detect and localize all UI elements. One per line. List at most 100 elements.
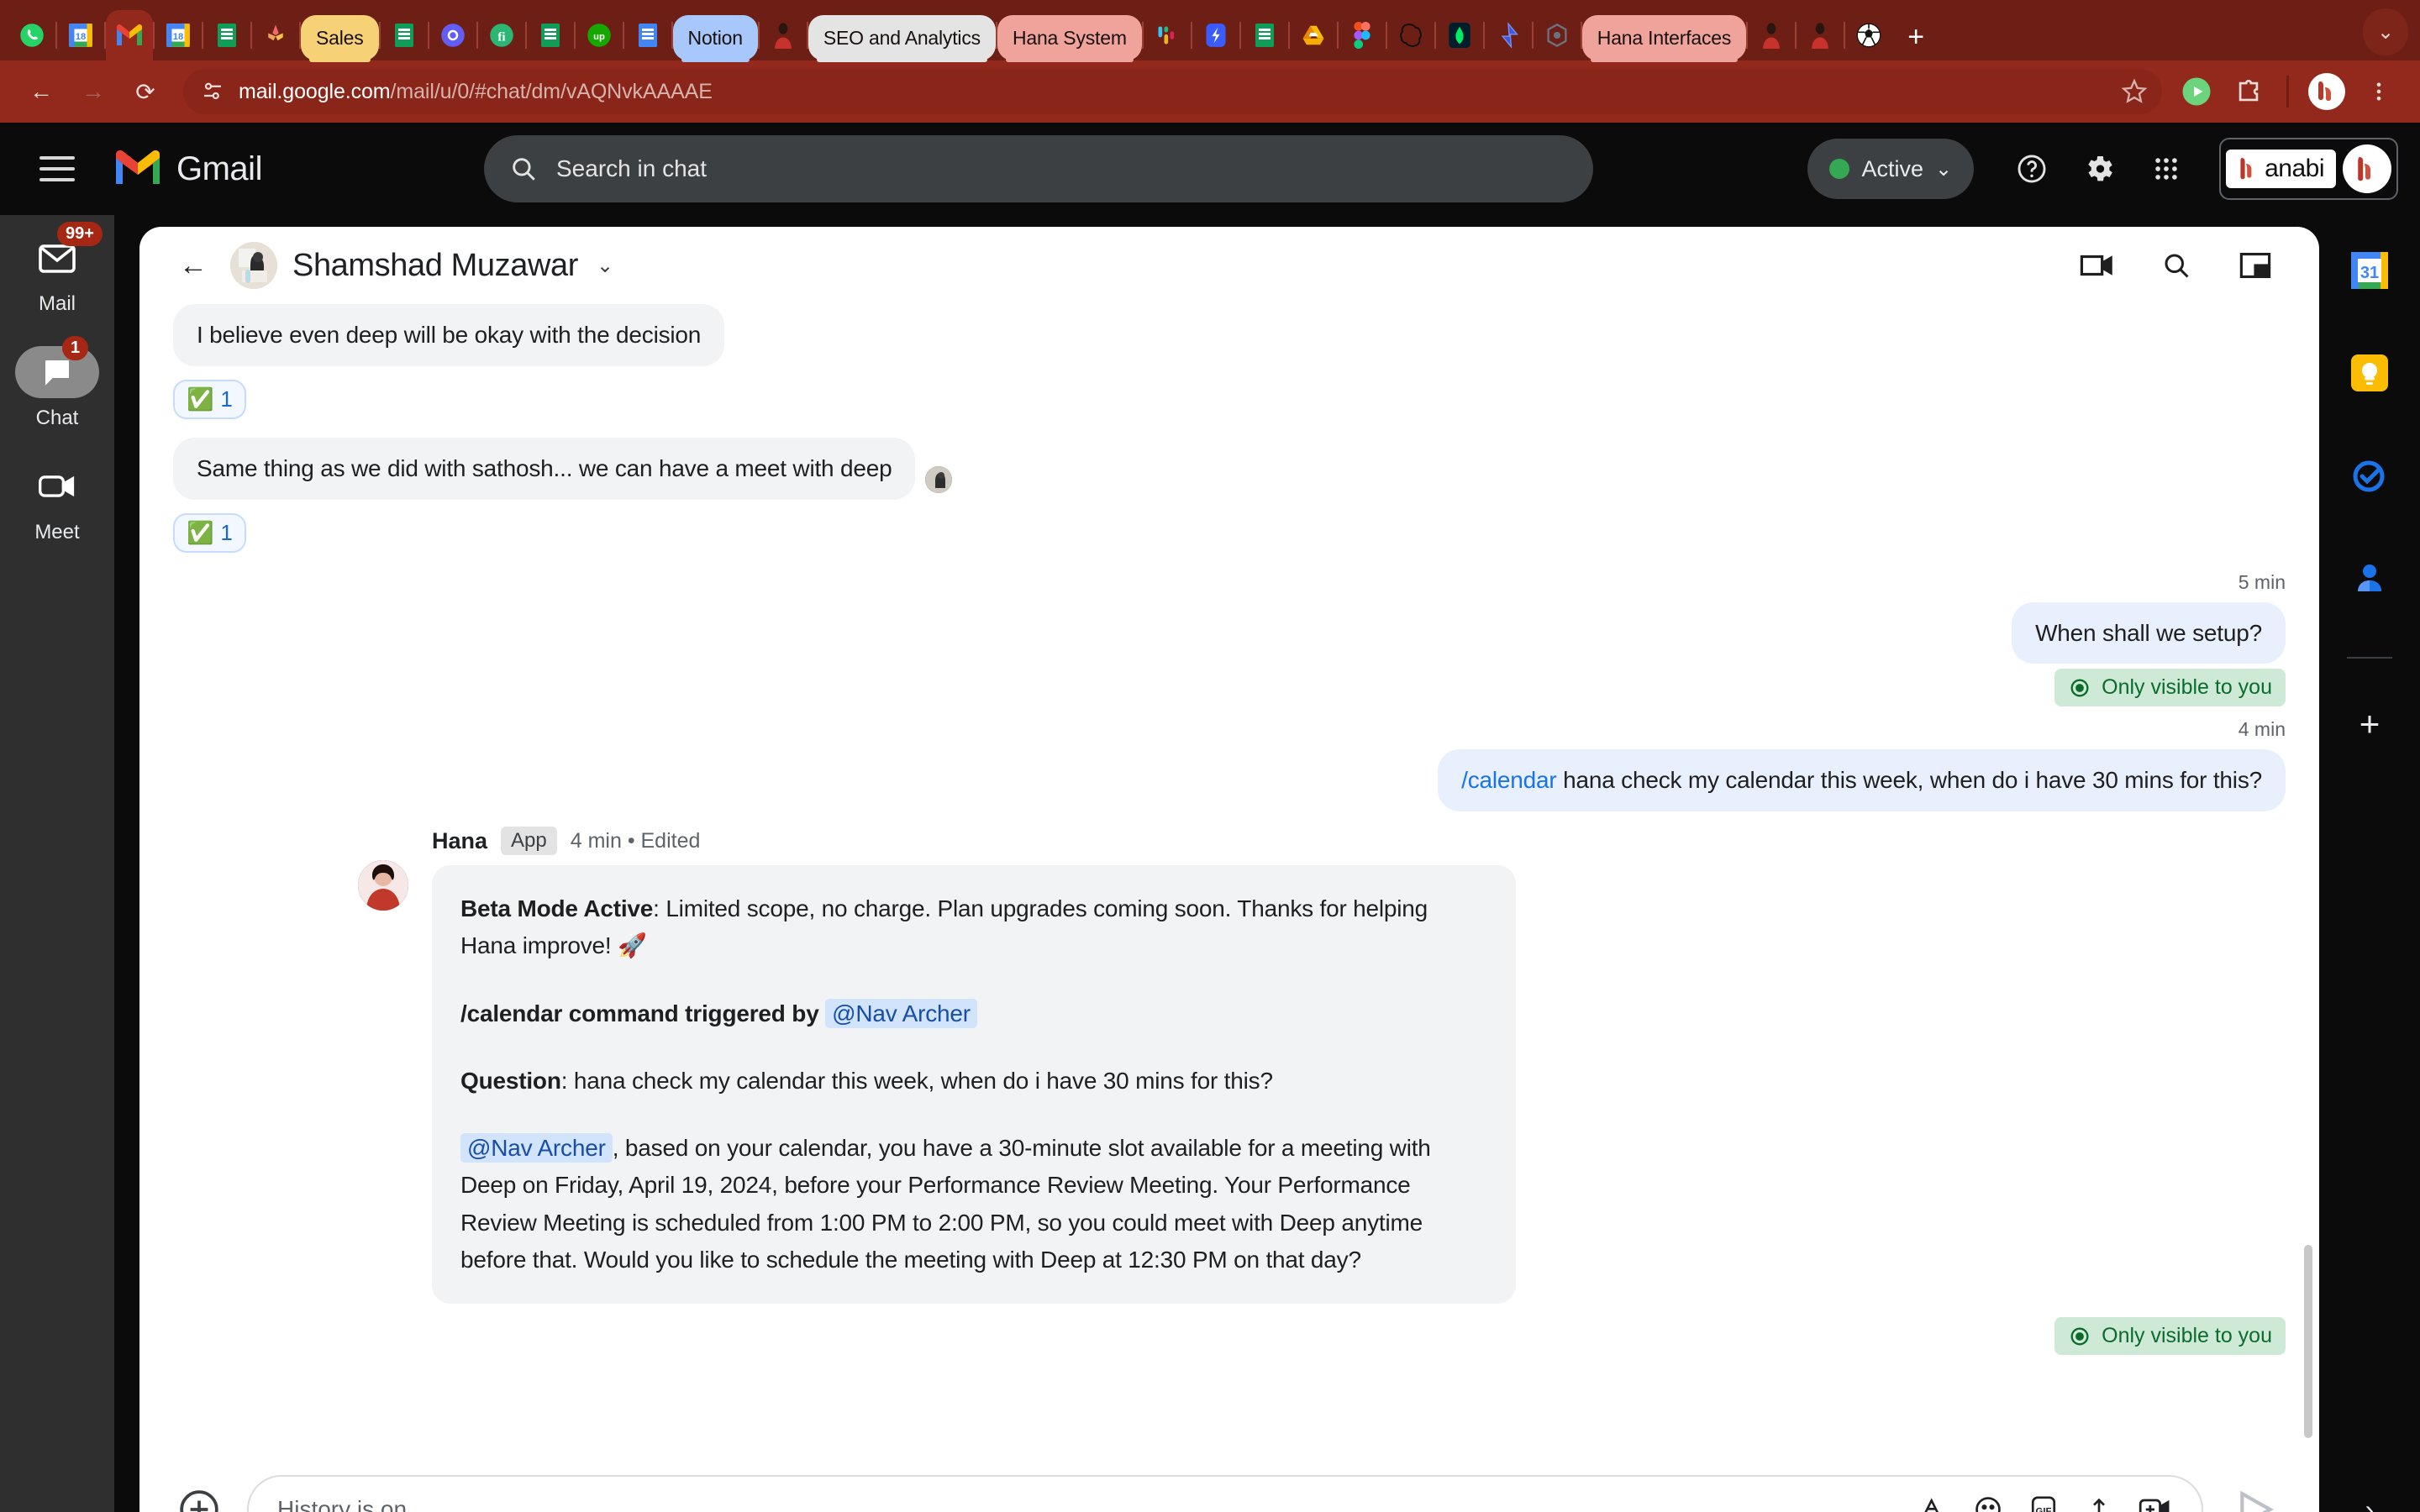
google-sheets-icon: [1250, 21, 1279, 50]
search-input[interactable]: Search in chat: [484, 135, 1593, 202]
add-video-meeting-icon[interactable]: [2131, 1486, 2178, 1512]
sidebar-item-chat[interactable]: 1 Chat: [0, 336, 114, 430]
format-text-icon[interactable]: [1909, 1486, 1956, 1512]
conversation-actions: [2077, 245, 2291, 286]
reaction-chip[interactable]: ✅ 1: [173, 379, 246, 419]
docs-tab[interactable]: [624, 10, 671, 60]
google-calendar-icon: 18: [66, 21, 95, 50]
chrome-menu-icon[interactable]: [2356, 69, 2402, 114]
message-scrollbar[interactable]: [2304, 1245, 2312, 1438]
supabase-tab[interactable]: [1485, 10, 1532, 60]
mention-chip[interactable]: @Nav Archer: [825, 998, 977, 1028]
back-button[interactable]: ←: [18, 69, 64, 114]
seo-analytics-tab[interactable]: SEO and Analytics: [808, 15, 996, 62]
notion-tab[interactable]: Notion: [672, 15, 758, 62]
reload-button[interactable]: ⟳: [123, 69, 168, 114]
render-tab[interactable]: [1534, 10, 1581, 60]
add-side-panel-app-button[interactable]: +: [2344, 699, 2395, 749]
sidebar-item-mail[interactable]: 99+ Mail: [0, 222, 114, 316]
forward-button[interactable]: →: [71, 69, 116, 114]
message-bubble[interactable]: When shall we setup?: [2012, 601, 2286, 664]
calendar-tab[interactable]: 18: [57, 10, 104, 60]
bookmark-star-icon[interactable]: [2120, 77, 2149, 106]
chevron-down-icon[interactable]: ⌄: [597, 254, 613, 278]
slack-tab[interactable]: [1144, 10, 1191, 60]
sheets-tab-4[interactable]: [1241, 10, 1288, 60]
message-bubble[interactable]: Same thing as we did with sathosh... we …: [173, 437, 916, 500]
message-row: Same thing as we did with sathosh... we …: [173, 437, 2286, 500]
expand-side-panel-button[interactable]: ›: [2365, 1494, 2375, 1512]
media-play-icon[interactable]: [2174, 69, 2219, 114]
calendar-tab-2[interactable]: 18: [155, 10, 202, 60]
mention-chip[interactable]: @Nav Archer: [460, 1133, 613, 1163]
search-icon: [509, 155, 538, 183]
sheets-tab[interactable]: [203, 10, 250, 60]
open-in-pip-icon[interactable]: [2235, 245, 2275, 286]
search-placeholder: Search in chat: [556, 155, 707, 181]
app-message-bubble[interactable]: Beta Mode Active: Limited scope, no char…: [432, 865, 1516, 1305]
search-in-conversation-icon[interactable]: [2156, 245, 2196, 286]
extensions-puzzle-icon[interactable]: [2226, 69, 2271, 114]
reactions-row: ✅ 1: [173, 505, 2286, 571]
hana-interfaces-tab[interactable]: Hana Interfaces: [1581, 15, 1747, 62]
google-contacts-icon[interactable]: [2344, 553, 2395, 603]
message-bubble[interactable]: I believe even deep will be okay with th…: [173, 304, 725, 366]
video-call-icon[interactable]: [2077, 245, 2118, 286]
sheets-tab-3[interactable]: [527, 10, 574, 60]
sidebar-item-meet[interactable]: Meet: [0, 460, 114, 544]
sidebar-item-label: Mail: [38, 292, 76, 315]
zapier-tab[interactable]: [1192, 10, 1239, 60]
tab-search-button[interactable]: ⌄: [2363, 8, 2408, 55]
profile-tab-2[interactable]: [1748, 10, 1795, 60]
profile-avatar-icon[interactable]: [2304, 69, 2349, 114]
gif-icon[interactable]: GIF: [2020, 1486, 2067, 1512]
new-tab-button[interactable]: +: [1892, 13, 1939, 60]
address-bar[interactable]: mail.google.com/mail/u/0/#chat/dm/vAQNvk…: [183, 69, 2162, 114]
message-input[interactable]: History is on GIF: [247, 1475, 2203, 1512]
account-switcher[interactable]: anabi: [2219, 138, 2398, 200]
tab-label: Sales: [316, 26, 364, 49]
site-settings-icon[interactable]: [200, 79, 225, 104]
google-tasks-icon[interactable]: [2344, 450, 2395, 501]
mongodb-tab[interactable]: [1436, 10, 1483, 60]
upwork-tab[interactable]: up: [576, 10, 623, 60]
status-selector[interactable]: Active ⌄: [1807, 139, 1975, 199]
whatsapp-tab[interactable]: [8, 10, 55, 60]
soccer-tab[interactable]: [1845, 10, 1892, 60]
status-label: Active: [1861, 155, 1923, 181]
drive-tab[interactable]: [1290, 10, 1337, 60]
reaction-count: 1: [220, 519, 233, 545]
emoji-icon[interactable]: [1965, 1486, 2012, 1512]
add-attachment-button[interactable]: [173, 1483, 225, 1512]
read-receipt-avatar: [925, 465, 953, 493]
profile-tab-3[interactable]: [1797, 10, 1844, 60]
message-list[interactable]: I believe even deep will be okay with th…: [139, 304, 2319, 1452]
openai-tab[interactable]: [1387, 10, 1434, 60]
back-button[interactable]: ←: [168, 240, 218, 291]
google-calendar-icon[interactable]: 31: [2344, 245, 2395, 296]
asana-tab[interactable]: [252, 10, 299, 60]
brand-text: anabi: [2265, 155, 2324, 182]
help-icon[interactable]: [2002, 139, 2061, 198]
hana-system-tab[interactable]: Hana System: [997, 15, 1142, 62]
figma-tab[interactable]: [1339, 10, 1386, 60]
upload-attachment-icon[interactable]: [2075, 1486, 2123, 1512]
reaction-chip[interactable]: ✅ 1: [173, 512, 246, 553]
avatar[interactable]: [230, 242, 277, 289]
send-button[interactable]: [2227, 1480, 2286, 1512]
slash-command: /calendar: [1461, 767, 1557, 794]
sales-tab[interactable]: Sales: [301, 15, 379, 62]
fathom-tab[interactable]: fi: [478, 10, 525, 60]
gmail-tab[interactable]: [106, 10, 153, 60]
google-apps-grid-icon[interactable]: [2137, 139, 2196, 198]
main-menu-icon[interactable]: [0, 156, 114, 181]
sheets-tab-2[interactable]: [381, 10, 428, 60]
google-keep-icon[interactable]: [2344, 348, 2395, 398]
profile-tab[interactable]: [760, 10, 807, 60]
gmail-body: 99+ Mail 1 Chat Meet ← Shamshad Muzawar …: [0, 215, 2420, 1512]
loom-tab[interactable]: [429, 10, 476, 60]
settings-gear-icon[interactable]: [2070, 139, 2128, 198]
gmail-logo[interactable]: Gmail: [114, 149, 484, 190]
avatar[interactable]: [2343, 144, 2391, 193]
message-bubble[interactable]: /calendar hana check my calendar this we…: [1438, 749, 2286, 812]
